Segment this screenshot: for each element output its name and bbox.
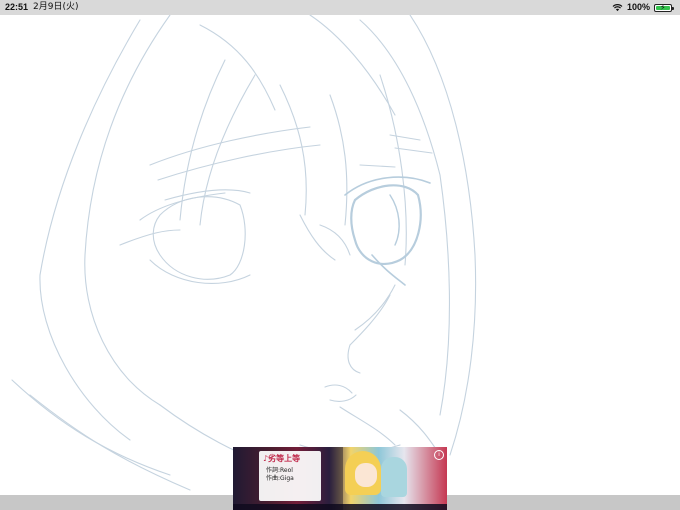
sketch-drawing [11,15,477,495]
ad-song-title: ♪劣等上等 [263,454,301,463]
ad-character-face [355,463,377,487]
wifi-icon [612,4,623,12]
info-icon[interactable]: i [434,450,444,460]
drawing-canvas[interactable] [0,15,680,495]
status-indicators: 100% ⚡ [612,0,674,15]
ad-second-character-image [381,457,407,497]
status-time: 22:51 [5,2,29,12]
ad-banner[interactable]: ♪劣等上等 作詞:Reol 作曲:Giga i [233,447,447,510]
ad-bottom-strip [233,504,447,510]
status-date: 2月9日(火) [33,2,79,12]
ad-music-credit: 作曲:Giga [266,475,294,482]
battery-charging-icon: ⚡ [654,2,674,12]
status-bar: 22:51 2月9日(火) 100% ⚡ [0,0,680,15]
charging-bolt-icon: ⚡ [660,2,666,12]
battery-percent: 100% [626,2,650,12]
